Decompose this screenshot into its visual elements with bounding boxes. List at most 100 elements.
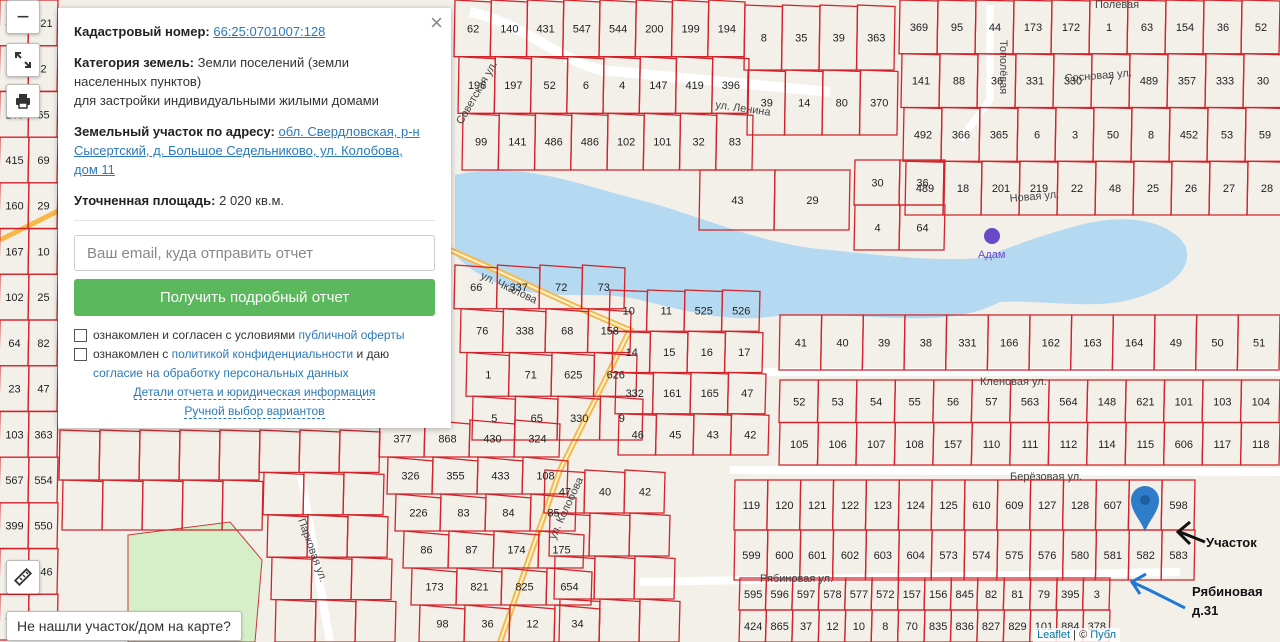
parcel-number: 110: [983, 439, 1001, 451]
parcel-number: 76: [476, 326, 488, 338]
parcel-number: 602: [841, 550, 859, 562]
parcel-number: 11: [661, 306, 672, 318]
parcel-number: 226: [409, 508, 427, 520]
close-icon[interactable]: ×: [430, 12, 443, 34]
not-found-button[interactable]: Не нашли участок/дом на карте?: [6, 611, 242, 641]
parcel-number: 101: [653, 137, 671, 149]
parcel-number: 36: [916, 178, 928, 190]
parcel-number: 564: [1059, 396, 1077, 408]
parcel-number: 868: [438, 434, 456, 446]
address-link-3[interactable]: дом 11: [74, 162, 115, 177]
offer-consent[interactable]: ознакомлен и согласен с условиями публич…: [74, 326, 435, 345]
parcel-number: 70: [906, 621, 918, 633]
privacy-mid: и даю: [356, 347, 390, 361]
street-label: Берёзовая ул.: [1010, 471, 1082, 483]
parcel-number: 609: [1005, 500, 1023, 512]
parcel-number: 580: [1071, 550, 1089, 562]
parcel-number: 161: [663, 388, 681, 400]
parcel-number: 600: [775, 550, 793, 562]
details-link[interactable]: Детали отчета и юридическая информация: [133, 385, 376, 400]
parcel-number: 576: [1038, 550, 1056, 562]
parcel-number: 65: [531, 413, 543, 425]
parcel-number: 118: [1252, 439, 1270, 451]
parcel-number: 121: [808, 500, 826, 512]
manual-select-link[interactable]: Ручной выбор вариантов: [184, 404, 325, 419]
parcel-number: 452: [1180, 129, 1198, 141]
parcel-number: 331: [1026, 76, 1044, 88]
privacy-link[interactable]: политикой конфиденциальности: [172, 347, 353, 361]
parcel-number: 64: [8, 338, 20, 350]
parcel-number: 370: [870, 98, 888, 110]
parcel-number: 369: [910, 22, 928, 34]
street-label: Рябиновая ул.: [760, 573, 833, 585]
print-button[interactable]: [6, 84, 40, 118]
parcel-number: 845: [955, 589, 973, 601]
parcel-number: 99: [475, 137, 487, 149]
parcel-number: 827: [982, 621, 1000, 633]
parcel-number: 396: [722, 80, 740, 92]
parcel-number: 111: [1022, 439, 1039, 451]
parcel-number: 16: [701, 347, 713, 359]
parcel-number: 332: [626, 388, 644, 400]
cadastral-link[interactable]: 66:25:0701007:128: [213, 24, 325, 39]
parcel-number: 1: [1106, 22, 1112, 34]
parcel-number: 492: [914, 129, 932, 141]
parcel-number: 525: [695, 306, 713, 318]
personal-data-link[interactable]: согласие на обработку персональных данны…: [93, 366, 349, 380]
ruler-button[interactable]: [6, 560, 40, 594]
parcel-number: 52: [793, 396, 805, 408]
parcel-number: 606: [1175, 439, 1193, 451]
parcel-number: 575: [1005, 550, 1023, 562]
parcel-number: 162: [1042, 338, 1060, 350]
parcel-number: 363: [34, 429, 52, 441]
fullscreen-button[interactable]: [6, 43, 40, 77]
parcel-number: 82: [37, 338, 49, 350]
parcel-number: 86: [420, 545, 432, 557]
parcel-number: 80: [836, 98, 848, 110]
address-link-2[interactable]: Сысертский, д. Большое Седельниково, ул.…: [74, 141, 435, 160]
get-report-button[interactable]: Получить подробный отчет: [74, 279, 435, 316]
privacy-consent[interactable]: ознакомлен с политикой конфиденциальност…: [74, 345, 435, 383]
parcel-number: 8: [1148, 129, 1154, 141]
parcel-number: 156: [929, 589, 947, 601]
offer-text: ознакомлен и согласен с условиями: [93, 328, 296, 342]
parcel-number: 821: [470, 582, 488, 594]
parcel-number: 175: [552, 545, 570, 557]
address-link-1[interactable]: обл. Свердловская, р-н: [278, 124, 419, 139]
parcel-number: 88: [953, 76, 965, 88]
parcel-number: 6: [1034, 129, 1040, 141]
parcel-number: 18: [957, 183, 969, 195]
parcel-number: 41: [795, 338, 807, 350]
parcel-number: 64: [916, 223, 928, 235]
privacy-consent-text: ознакомлен с политикой конфиденциальност…: [93, 345, 435, 383]
parcel-number: 23: [8, 384, 20, 396]
parcel-number: 365: [990, 129, 1008, 141]
offer-checkbox[interactable]: [74, 329, 87, 342]
parcel-number: 554: [34, 475, 52, 487]
leaflet-link[interactable]: Leaflet: [1037, 629, 1070, 641]
parcel-number: 10: [623, 306, 635, 318]
parcel-number: 200: [645, 23, 663, 35]
parcel-number: 399: [5, 521, 23, 533]
parcel-number: 119: [743, 500, 761, 512]
parcel-number: 117: [1214, 439, 1232, 451]
parcel-number: 44: [989, 22, 1001, 34]
parcel-number: 2: [40, 64, 46, 76]
parcel-number: 54: [870, 396, 882, 408]
offer-link[interactable]: публичной оферты: [298, 328, 404, 342]
category-label: Категория земель:: [74, 55, 195, 70]
parcel-number: 114: [1098, 439, 1116, 451]
parcel-number: 120: [775, 500, 793, 512]
parcel-number: 22: [1071, 183, 1083, 195]
parcel-number: 395: [1061, 589, 1079, 601]
public-link[interactable]: Публ: [1090, 629, 1116, 641]
parcel-number: 603: [874, 550, 892, 562]
privacy-checkbox[interactable]: [74, 348, 87, 361]
parcel-number: 424: [744, 621, 762, 633]
parcel-number: 626: [607, 369, 625, 381]
email-input[interactable]: [74, 235, 435, 271]
zoom-out-button[interactable]: −: [6, 0, 40, 34]
parcel-number: 42: [639, 487, 651, 499]
parcel-number: 30: [1257, 76, 1269, 88]
category-value-2: населенных пунктов): [74, 74, 202, 89]
